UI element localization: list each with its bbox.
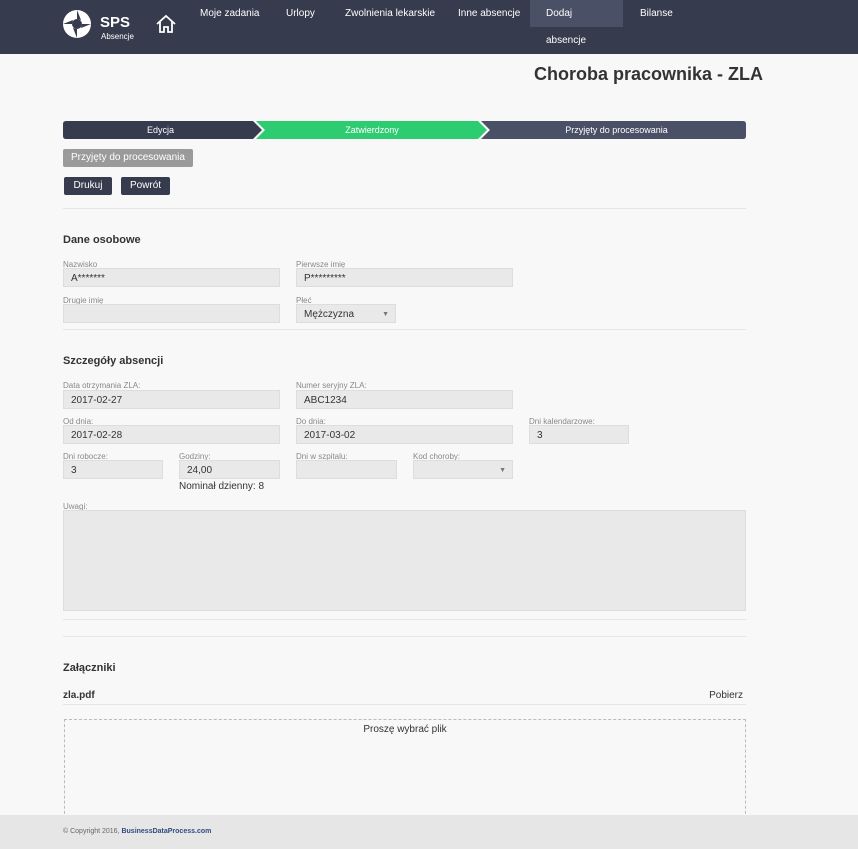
- step-zatwierdzony: Zatwierdzony: [345, 125, 399, 135]
- second-name-field[interactable]: [63, 304, 280, 323]
- work-days-field[interactable]: 3: [63, 460, 163, 479]
- print-button[interactable]: Drukuj: [64, 177, 112, 195]
- caret-down-icon: ▼: [499, 467, 506, 474]
- copyright-text: © Copyright 2016,: [63, 828, 122, 835]
- from-date-field[interactable]: 2017-02-28: [63, 425, 280, 444]
- status-button[interactable]: Przyjęty do procesowania: [63, 149, 193, 167]
- gender-select[interactable]: Mężczyzna ▼: [296, 304, 396, 323]
- footer: © Copyright 2016, BusinessDataProcess.co…: [0, 815, 858, 849]
- back-button[interactable]: Powrót: [121, 177, 170, 195]
- caret-down-icon: ▼: [382, 311, 389, 318]
- section-title-attachments: Załączniki: [63, 662, 116, 674]
- divider: [63, 704, 746, 705]
- aperture-logo-icon: [63, 10, 91, 38]
- daily-nominal: Nominał dzienny: 8: [179, 481, 265, 492]
- nav-urlopy[interactable]: Urlopy: [270, 0, 331, 27]
- received-date-label: Data otrzymania ZLA:: [63, 381, 141, 390]
- surname-field[interactable]: A*******: [63, 268, 280, 287]
- calendar-days-field[interactable]: 3: [529, 425, 629, 444]
- attachment-file-name: zla.pdf: [63, 690, 95, 701]
- received-date-field[interactable]: 2017-02-27: [63, 390, 280, 409]
- divider: [63, 619, 746, 620]
- divider: [63, 208, 746, 209]
- hospital-days-field[interactable]: [296, 460, 397, 479]
- nav-bilanse[interactable]: Bilanse: [624, 0, 689, 27]
- gender-value: Mężczyzna: [304, 309, 355, 320]
- logo[interactable]: SPS Absencje: [62, 9, 134, 45]
- step-przyjety: Przyjęty do procesowania: [565, 125, 668, 135]
- serial-number-field[interactable]: ABC1234: [296, 390, 513, 409]
- step-edycja: Edycja: [146, 125, 174, 135]
- nav-dodaj-absencje[interactable]: Dodaj absencje: [530, 0, 623, 46]
- top-navbar: SPS Absencje Moje zadania Urlopy Zwolnie…: [0, 0, 858, 54]
- notes-textarea[interactable]: [63, 510, 746, 611]
- footer-copyright: © Copyright 2016, BusinessDataProcess.co…: [63, 828, 211, 835]
- serial-number-label: Numer seryjny ZLA:: [296, 381, 367, 390]
- page-title: Choroba pracownika - ZLA: [533, 64, 763, 84]
- download-link[interactable]: Pobierz: [709, 690, 743, 701]
- to-date-field[interactable]: 2017-03-02: [296, 425, 513, 444]
- divider: [63, 329, 746, 330]
- nav-inne-absencje[interactable]: Inne absencje: [442, 0, 536, 27]
- dropzone-text: Proszę wybrać plik: [363, 724, 447, 735]
- company-link[interactable]: BusinessDataProcess.com: [121, 828, 211, 835]
- divider: [63, 636, 746, 637]
- brand-name: SPS: [100, 14, 131, 31]
- section-title-absence: Szczegóły absencji: [63, 355, 164, 367]
- nav-zwolnienia-lekarskie[interactable]: Zwolnienia lekarskie: [329, 0, 451, 27]
- section-title-personal: Dane osobowe: [63, 234, 141, 246]
- workflow-steps: Edycja Zatwierdzony Przyjęty do procesow…: [63, 121, 746, 139]
- home-icon[interactable]: [155, 14, 177, 34]
- first-name-field[interactable]: P*********: [296, 268, 513, 287]
- disease-code-select[interactable]: ▼: [413, 460, 513, 479]
- hours-field[interactable]: 24,00: [179, 460, 280, 479]
- brand-subtitle: Absencje: [101, 32, 134, 41]
- file-dropzone[interactable]: Proszę wybrać plik: [64, 719, 746, 819]
- nav-moje-zadania[interactable]: Moje zadania: [184, 0, 275, 27]
